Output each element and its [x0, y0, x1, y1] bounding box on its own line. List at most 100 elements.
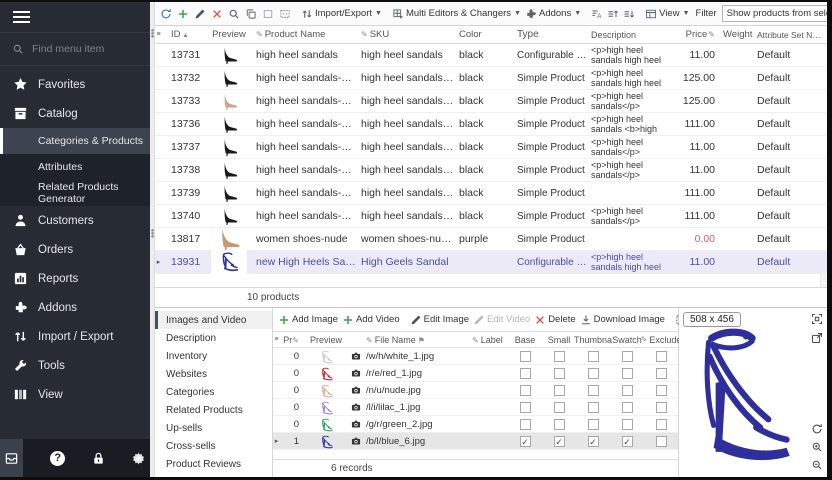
swatch-checkbox[interactable]: [610, 385, 644, 396]
sidebar-item-addons[interactable]: Addons: [0, 293, 150, 322]
tab-categories[interactable]: Categories: [155, 383, 272, 401]
column-priority[interactable]: Pr✎: [280, 335, 306, 345]
column-thumbnail[interactable]: Thumbna: [576, 335, 610, 345]
sidebar-item-catalog[interactable]: Catalog: [0, 99, 150, 128]
hamburger-menu-button[interactable]: [0, 2, 150, 32]
column-swatch[interactable]: Swatch: [610, 335, 644, 345]
zoom-in-icon[interactable]: [811, 441, 823, 453]
swatch-checkbox[interactable]: ✓: [610, 436, 644, 447]
tab-up-sells[interactable]: Up-sells: [155, 419, 272, 437]
column-type[interactable]: Type: [515, 29, 589, 40]
sidebar-item-favorites[interactable]: Favorites: [0, 70, 150, 99]
column-small[interactable]: Small: [542, 335, 576, 345]
column-price[interactable]: Price✎: [677, 29, 721, 40]
refresh-button[interactable]: [158, 7, 174, 21]
tab-product-reviews[interactable]: Product Reviews: [155, 455, 272, 473]
column-sku[interactable]: ✎SKU: [359, 29, 457, 40]
base-checkbox[interactable]: ✓: [508, 436, 542, 447]
column-preview[interactable]: Preview: [204, 29, 254, 40]
base-checkbox[interactable]: [508, 402, 542, 413]
image-row-g-r-green-2-jpg[interactable]: 0/g/r/green_2.jpg: [273, 416, 678, 433]
fullscreen-icon[interactable]: [811, 313, 823, 325]
thumbnail-checkbox[interactable]: [576, 368, 610, 379]
select-box-button[interactable]: [260, 7, 276, 21]
exclude-checkbox[interactable]: [644, 385, 678, 396]
tab-cross-sells[interactable]: Cross-sells: [155, 437, 272, 455]
column-image-preview[interactable]: Preview: [306, 335, 346, 345]
swatch-checkbox[interactable]: [610, 402, 644, 413]
lock-icon[interactable]: [87, 439, 110, 477]
tab-description[interactable]: Description: [155, 329, 272, 347]
image-row-r-e-red-1-jpg[interactable]: 0/r/e/red_1.jpg: [273, 365, 678, 382]
delete-button[interactable]: [209, 7, 225, 21]
product-row-13738[interactable]: 13738high heel sandals-black-37high heel…: [155, 159, 827, 182]
exclude-checkbox[interactable]: [644, 436, 678, 447]
column-id[interactable]: ID▲: [162, 29, 204, 40]
exclude-checkbox[interactable]: [644, 368, 678, 379]
add-image-button[interactable]: Add Image: [276, 313, 340, 327]
import-export-button[interactable]: Import/Export▼: [299, 7, 384, 21]
edit-button[interactable]: [192, 7, 208, 21]
swatch-checkbox[interactable]: [610, 419, 644, 430]
product-row-13740[interactable]: 13740high heel sandals-black-38high heel…: [155, 205, 827, 228]
paste-special-button[interactable]: [277, 7, 293, 21]
sidebar-item-attributes[interactable]: Attributes: [0, 154, 150, 180]
product-row-13732[interactable]: 13732high heel sandals-blackhigh heel sa…: [155, 67, 827, 90]
column-label[interactable]: ✎Label: [472, 335, 508, 345]
base-checkbox[interactable]: [508, 351, 542, 362]
small-checkbox[interactable]: [542, 385, 576, 396]
tab-websites[interactable]: Websites: [155, 365, 272, 383]
add-video-button[interactable]: Add Video: [340, 313, 402, 327]
exclude-checkbox[interactable]: [644, 351, 678, 362]
copy-button[interactable]: [243, 7, 259, 21]
drawer-icon[interactable]: [0, 439, 23, 477]
image-row-b-l-blue-6-jpg[interactable]: ▸1/b/l/blue_6.jpg✓✓✓✓: [273, 433, 678, 450]
thumbnail-checkbox[interactable]: [576, 351, 610, 362]
column-description[interactable]: Description: [589, 30, 677, 40]
sidebar-item-view[interactable]: View: [0, 380, 150, 409]
base-checkbox[interactable]: [508, 419, 542, 430]
tab-related-products[interactable]: Related Products: [155, 401, 272, 419]
rotate-icon[interactable]: [811, 423, 823, 435]
sidebar-item-categories-products[interactable]: Categories & Products: [0, 128, 150, 154]
small-checkbox[interactable]: [542, 368, 576, 379]
search-button[interactable]: [226, 7, 242, 21]
base-checkbox[interactable]: [508, 368, 542, 379]
thumbnail-checkbox[interactable]: ✓: [576, 436, 610, 447]
sidebar-search[interactable]: Find menu item: [0, 32, 150, 66]
column-product-name[interactable]: ✎Product Name: [254, 29, 359, 40]
product-row-13737[interactable]: 13737high heel sandals-nude-36high heel …: [155, 136, 827, 159]
sidebar-item-import-export[interactable]: Import / Export: [0, 322, 150, 351]
column-weight[interactable]: Weight: [721, 29, 755, 40]
sidebar-item-reports[interactable]: Reports: [0, 264, 150, 293]
tab-inventory[interactable]: Inventory: [155, 347, 272, 365]
product-row-13731[interactable]: 13731high heel sandalshigh heel sandalsb…: [155, 44, 827, 67]
swatch-checkbox[interactable]: [610, 351, 644, 362]
download-image-button[interactable]: Download Image: [578, 313, 667, 327]
small-checkbox[interactable]: ✓: [542, 436, 576, 447]
column-base[interactable]: Base: [508, 335, 542, 345]
sort-icon[interactable]: A: [589, 7, 605, 21]
column-color[interactable]: Color: [457, 29, 515, 40]
product-row-13817[interactable]: 13817women shoes-nudewomen shoes-nude-2p…: [155, 228, 827, 251]
edit-image-button[interactable]: Edit Image: [408, 313, 471, 327]
image-row-n-u-nude-jpg[interactable]: 0/n/u/nude.jpg: [273, 382, 678, 399]
base-checkbox[interactable]: [508, 385, 542, 396]
column-file-name[interactable]: ✎File Name⚑: [366, 335, 472, 345]
zoom-out-icon[interactable]: [811, 459, 823, 471]
grid-vertical-scrollbar[interactable]: [820, 274, 827, 287]
thumbnail-checkbox[interactable]: [576, 385, 610, 396]
sidebar-item-tools[interactable]: Tools: [0, 351, 150, 380]
sidebar-item-related-products-generator[interactable]: Related Products Generator: [0, 180, 150, 206]
view-button[interactable]: View▼: [643, 7, 691, 21]
delete-button[interactable]: Delete: [532, 313, 577, 327]
exclude-checkbox[interactable]: [644, 419, 678, 430]
small-checkbox[interactable]: [542, 402, 576, 413]
sidebar-item-customers[interactable]: Customers: [0, 206, 150, 235]
thumbnail-checkbox[interactable]: [576, 402, 610, 413]
column-attribute-set[interactable]: Attribute Set Name: [755, 30, 827, 40]
exclude-checkbox[interactable]: [644, 402, 678, 413]
image-row-l-i-lilac-1-jpg[interactable]: 0/l/i/lilac_1.jpg: [273, 399, 678, 416]
open-external-icon[interactable]: [811, 332, 823, 344]
addons-button[interactable]: Addons▼: [523, 7, 583, 21]
